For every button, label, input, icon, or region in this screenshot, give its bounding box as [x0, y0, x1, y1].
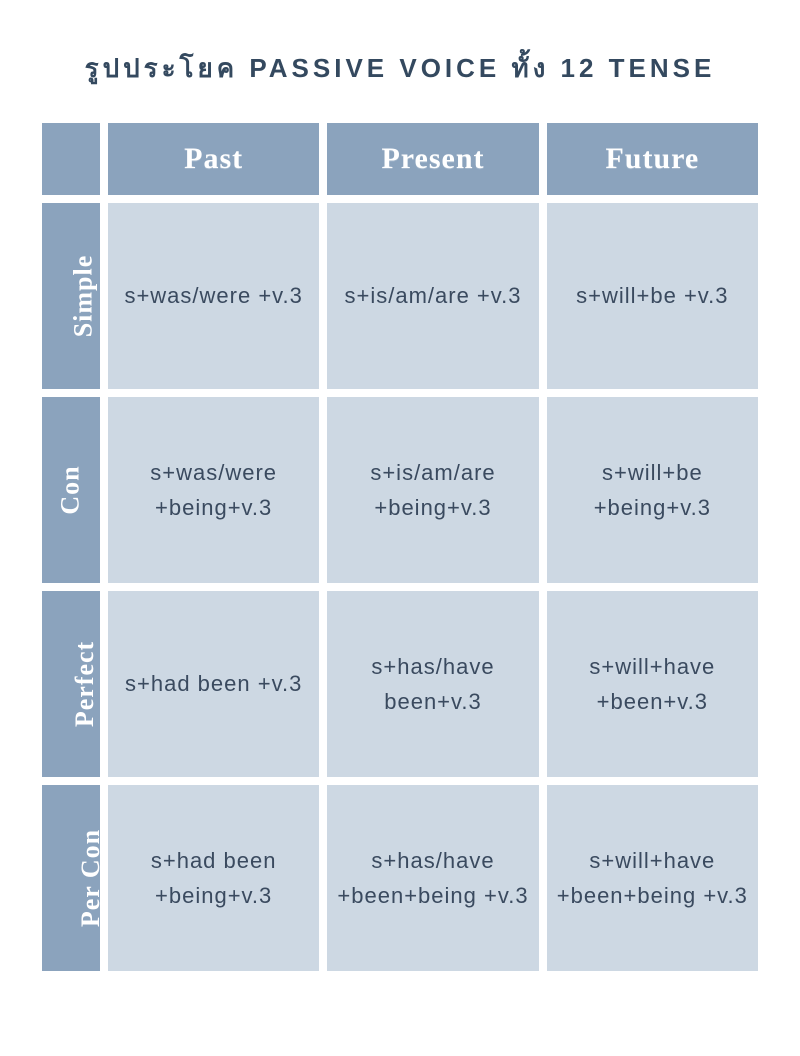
cell-con-future: s+will+be +being+v.3 [547, 397, 758, 583]
cell-percon-future: s+will+have +been+being +v.3 [547, 785, 758, 971]
col-head-past: Past [108, 123, 319, 195]
row-head-percon: Per Con [42, 785, 100, 971]
cell-con-present: s+is/am/are +being+v.3 [327, 397, 538, 583]
cell-perfect-present: s+has/have been+v.3 [327, 591, 538, 777]
table-row: Simple s+was/were +v.3 s+is/am/are +v.3 … [42, 203, 758, 389]
cell-perfect-past: s+had been +v.3 [108, 591, 319, 777]
row-head-perfect: Perfect [42, 591, 100, 777]
cell-simple-past: s+was/were +v.3 [108, 203, 319, 389]
row-head-label: Con [56, 465, 86, 514]
cell-percon-past: s+had been +being+v.3 [108, 785, 319, 971]
row-head-label: Per Con [76, 829, 106, 927]
table-corner [42, 123, 100, 195]
cell-percon-present: s+has/have +been+being +v.3 [327, 785, 538, 971]
table-row: Per Con s+had been +being+v.3 s+has/have… [42, 785, 758, 971]
row-head-label: Simple [68, 255, 98, 338]
row-head-simple: Simple [42, 203, 100, 389]
table-row: Con s+was/were +being+v.3 s+is/am/are +b… [42, 397, 758, 583]
cell-simple-present: s+is/am/are +v.3 [327, 203, 538, 389]
page-title: รูปประโยค PASSIVE VOICE ทั้ง 12 TENSE [0, 0, 800, 105]
col-head-future: Future [547, 123, 758, 195]
table-row: Perfect s+had been +v.3 s+has/have been+… [42, 591, 758, 777]
row-head-label: Perfect [70, 641, 100, 727]
cell-simple-future: s+will+be +v.3 [547, 203, 758, 389]
tense-table-wrap: Past Present Future Simple s+was/were +v… [34, 115, 766, 979]
row-head-con: Con [42, 397, 100, 583]
tense-table: Past Present Future Simple s+was/were +v… [34, 115, 766, 979]
col-head-present: Present [327, 123, 538, 195]
cell-perfect-future: s+will+have +been+v.3 [547, 591, 758, 777]
cell-con-past: s+was/were +being+v.3 [108, 397, 319, 583]
